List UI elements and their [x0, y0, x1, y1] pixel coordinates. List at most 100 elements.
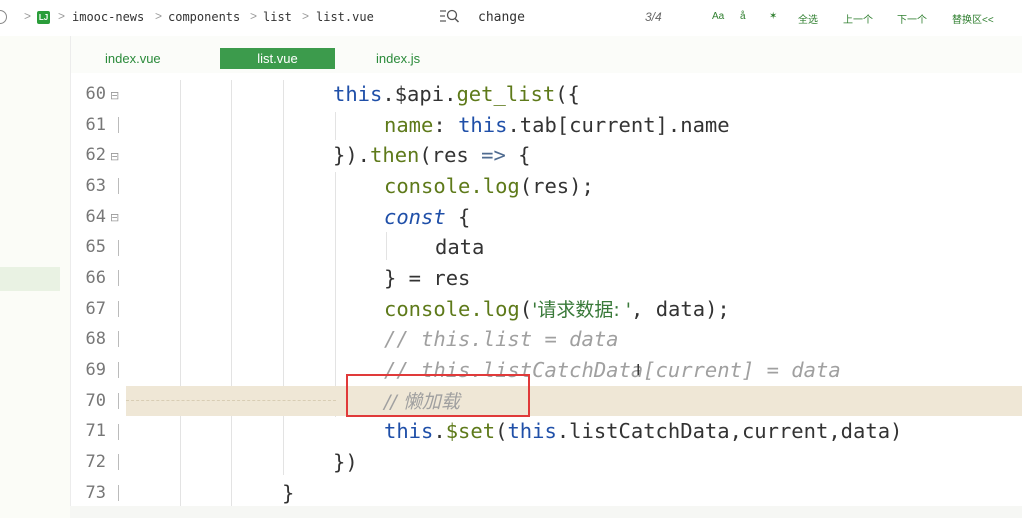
line-number: 61	[85, 115, 106, 135]
code-token: (res);	[519, 174, 594, 198]
code-line-72[interactable]: })	[333, 450, 358, 474]
code-line-73[interactable]: }	[282, 481, 294, 505]
code-line-68[interactable]: // this.list = data	[384, 327, 619, 351]
match-count: 3/4	[645, 10, 662, 24]
breadcrumb-item[interactable]: list	[263, 10, 292, 24]
fold-toggle-icon[interactable]: ⊟	[110, 89, 119, 102]
tab-index-js[interactable]: index.js	[376, 48, 420, 69]
line-number: 63	[85, 176, 106, 196]
fold-toggle-icon[interactable]: ⊟	[110, 150, 119, 163]
text-cursor-icon: I	[636, 362, 641, 379]
code-token: =>	[481, 143, 506, 167]
code-line-61[interactable]: name: this.tab[current].name	[384, 113, 730, 137]
fold-line	[118, 485, 119, 501]
replace-toggle-button[interactable]: 替换区<<	[952, 11, 994, 26]
code-token: (res	[419, 143, 482, 167]
search-input[interactable]: change	[478, 10, 525, 25]
code-token: .tab[current].name	[507, 113, 730, 137]
line-number: 73	[85, 483, 106, 503]
fold-line	[118, 240, 119, 256]
code-token: {	[505, 143, 531, 167]
select-all-button[interactable]: 全选	[798, 11, 818, 26]
line-number: 60	[85, 84, 106, 104]
code-token: , data);	[631, 297, 730, 321]
breadcrumb-item[interactable]: imooc-news	[72, 10, 144, 24]
code-token: {	[445, 205, 471, 229]
chevron-right-icon: >	[24, 9, 32, 23]
code-token: log	[482, 297, 520, 321]
breadcrumb-item[interactable]: components	[168, 10, 240, 24]
next-match-button[interactable]: 下一个	[897, 11, 927, 26]
code-token: } = res	[384, 266, 471, 290]
code-line-71[interactable]: this.$set(this.listCatchData,current,dat…	[384, 419, 902, 443]
code-line-62[interactable]: }).then(res => {	[333, 143, 531, 167]
annotation-highlight-box	[346, 374, 530, 417]
fold-line	[118, 270, 119, 286]
code-token: this	[333, 82, 383, 106]
code-line-64[interactable]: const {	[384, 205, 470, 229]
circle-icon[interactable]	[0, 10, 7, 24]
code-line-63[interactable]: console.log(res);	[384, 174, 594, 198]
fold-line	[118, 454, 119, 470]
line-number: 66	[85, 268, 106, 288]
code-token: this	[384, 419, 434, 443]
fold-line	[118, 424, 119, 440]
line-number: 65	[85, 237, 106, 257]
chevron-right-icon: >	[58, 9, 66, 23]
fold-line	[118, 117, 119, 133]
line-number: 68	[85, 329, 106, 349]
whole-word-toggle[interactable]: ✶	[769, 11, 777, 22]
regex-toggle[interactable]: å	[740, 11, 746, 22]
fold-line	[118, 331, 119, 347]
code-token: .listCatchData,current,data)	[556, 419, 903, 443]
code-token: name	[384, 113, 434, 137]
code-token: (	[519, 297, 533, 321]
editor-bottom-strip	[70, 506, 1022, 518]
code-token: this	[507, 419, 557, 443]
code-token: })	[333, 450, 358, 474]
search-icon[interactable]	[437, 5, 461, 27]
code-line-65[interactable]: data	[435, 235, 484, 259]
current-line-highlight	[126, 386, 1022, 416]
indent-guide	[231, 80, 232, 506]
fold-line	[118, 362, 119, 378]
code-token: log	[482, 174, 520, 198]
code-token: this	[458, 113, 508, 137]
code-token: .	[433, 419, 446, 443]
indent-guide	[335, 172, 336, 417]
match-case-toggle[interactable]: Aa	[712, 11, 724, 22]
code-token: }).	[333, 143, 371, 167]
code-line-67[interactable]: console.log('请求数据: ', data);	[384, 297, 730, 322]
code-token: '请求数据: '	[532, 299, 632, 321]
tab-index-vue[interactable]: index.vue	[105, 48, 161, 69]
chevron-right-icon: >	[250, 9, 258, 23]
code-token: }	[282, 481, 295, 505]
code-comment: // this.list = data	[384, 327, 619, 351]
fold-line	[118, 178, 119, 194]
code-token: data	[435, 235, 485, 259]
line-number: 67	[85, 299, 106, 319]
current-line-dash	[126, 400, 336, 401]
code-line-66[interactable]: } = res	[384, 266, 470, 290]
chevron-right-icon: >	[155, 9, 163, 23]
indent-guide	[386, 232, 387, 260]
code-token: :	[433, 113, 459, 137]
editor-tab-bar	[71, 36, 1022, 73]
code-token: (	[495, 419, 508, 443]
indent-guide	[335, 112, 336, 140]
code-token: $set	[445, 419, 496, 443]
code-line-60[interactable]: this.$api.get_list({	[333, 82, 580, 106]
line-number: 70	[85, 391, 106, 411]
prev-match-button[interactable]: 上一个	[843, 11, 873, 26]
fold-toggle-icon[interactable]: ⊟	[110, 211, 119, 224]
chevron-right-icon: >	[302, 9, 310, 23]
code-token: get_list	[456, 82, 556, 106]
selected-tree-item[interactable]	[0, 267, 60, 291]
breadcrumb-item[interactable]: list.vue	[316, 10, 374, 24]
code-token: const	[384, 205, 446, 229]
fold-line	[118, 301, 119, 317]
line-number: 69	[85, 360, 106, 380]
code-token: then	[370, 143, 420, 167]
indent-guide	[180, 80, 181, 506]
tab-list-vue[interactable]: list.vue	[220, 48, 335, 69]
